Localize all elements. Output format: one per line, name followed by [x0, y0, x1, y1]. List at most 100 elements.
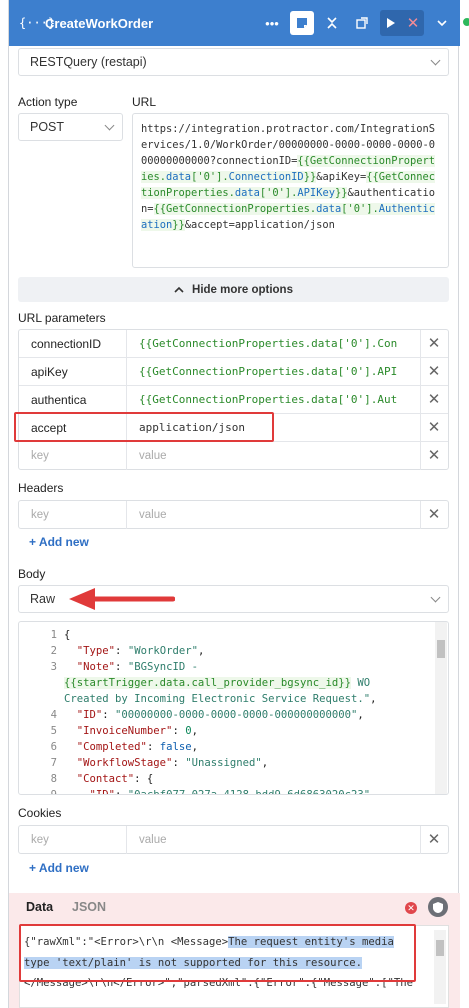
- line-number: [19, 675, 57, 691]
- query-header: {···} CreateWorkOrder ••• ✕: [9, 0, 460, 46]
- annotation-highlight-box: [14, 412, 274, 442]
- body-label: Body: [18, 567, 46, 581]
- add-header-button[interactable]: + Add new: [29, 535, 89, 549]
- chevron-down-icon: [430, 592, 441, 603]
- url-text: &apiKey=: [316, 171, 367, 183]
- headers-label: Headers: [18, 481, 64, 495]
- line-number: 5: [50, 725, 57, 737]
- url-param-row: connectionID {{GetConnectionProperties.d…: [19, 330, 448, 358]
- header-value-input[interactable]: value: [127, 501, 421, 529]
- line-numbers: 1 2 3 4 5 6 7 8 9: [19, 627, 57, 794]
- url-template-expression: ['0'].: [259, 187, 298, 199]
- cookie-key-input[interactable]: key: [19, 826, 127, 854]
- add-cookie-button[interactable]: + Add new: [29, 861, 89, 875]
- line-number: 6: [50, 741, 57, 753]
- body-code-editor[interactable]: 1 2 3 4 5 6 7 8 9 { "Type": "WorkOrder", "Note"…: [18, 621, 449, 795]
- line-number: [19, 691, 57, 707]
- url-template-expression: data: [234, 187, 260, 199]
- line-number: 1: [50, 629, 57, 641]
- popout-icon[interactable]: [350, 11, 374, 35]
- query-type-icon: {···}: [19, 16, 56, 30]
- action-type-value: POST: [30, 120, 65, 134]
- hide-more-options-label: Hide more options: [192, 283, 293, 296]
- cookies-label: Cookies: [18, 806, 62, 820]
- action-type-select[interactable]: POST: [18, 113, 123, 141]
- line-number: 4: [50, 709, 57, 721]
- run-icon[interactable]: [380, 11, 402, 35]
- chevron-up-icon: [174, 286, 184, 293]
- url-template-expression: ['0'].: [341, 203, 379, 215]
- body-type-value: Raw: [30, 592, 56, 606]
- url-input[interactable]: https://integration.protractor.com/Integ…: [132, 113, 449, 268]
- header-key-input[interactable]: key: [19, 501, 127, 529]
- param-value-input[interactable]: value: [127, 442, 421, 470]
- url-template-expression: }}: [172, 219, 185, 231]
- scrollbar[interactable]: [434, 930, 446, 1004]
- note-icon[interactable]: [290, 11, 314, 35]
- url-template-expression: data: [166, 171, 192, 183]
- query-title[interactable]: CreateWorkOrder: [45, 16, 153, 31]
- param-value[interactable]: {{GetConnectionProperties.data['0'].API: [127, 358, 421, 386]
- close-icon[interactable]: ✕: [420, 414, 448, 442]
- query-panel: {···} CreateWorkOrder ••• ✕ RESTQuery (r…: [8, 0, 460, 1008]
- chevron-down-icon: [104, 120, 115, 131]
- line-number: 8: [50, 773, 57, 785]
- param-value[interactable]: {{GetConnectionProperties.data['0'].Aut: [127, 386, 421, 414]
- close-icon[interactable]: ✕: [420, 826, 448, 854]
- code-line: "ID": "00000000-0000-0000-0000-000000000…: [76, 709, 364, 721]
- param-key[interactable]: connectionID: [19, 330, 127, 358]
- scrollbar-thumb[interactable]: [436, 940, 444, 956]
- url-template-expression: data: [316, 203, 342, 215]
- annotation-highlight-box: [19, 924, 416, 982]
- code-line: "Type": "WorkOrder",: [76, 645, 205, 657]
- param-key[interactable]: authentica: [19, 386, 127, 414]
- url-text: &accept=application/json: [184, 219, 335, 231]
- url-label: URL: [132, 95, 157, 109]
- collapse-icon[interactable]: [320, 11, 344, 35]
- url-template-expression: }}: [334, 187, 348, 199]
- line-number: 3: [50, 661, 57, 673]
- close-icon[interactable]: ✕: [420, 442, 448, 470]
- close-icon[interactable]: ✕: [420, 358, 448, 386]
- headers-table: key value ✕: [18, 500, 449, 529]
- url-template-expression: APIKey: [297, 187, 335, 199]
- chevron-down-icon: [430, 55, 441, 66]
- param-key[interactable]: apiKey: [19, 358, 127, 386]
- close-icon[interactable]: ✕: [420, 386, 448, 414]
- status-indicator: [461, 16, 469, 28]
- scrollbar-thumb[interactable]: [437, 640, 445, 658]
- more-icon[interactable]: •••: [260, 11, 284, 35]
- url-parameters-label: URL parameters: [18, 311, 106, 325]
- cancel-icon[interactable]: ✕: [402, 11, 424, 35]
- resource-select-value: RESTQuery (restapi): [30, 55, 147, 69]
- url-param-row: apiKey {{GetConnectionProperties.data['0…: [19, 358, 448, 386]
- hide-more-options-button[interactable]: Hide more options: [18, 277, 449, 302]
- tab-data[interactable]: Data: [26, 900, 53, 914]
- chevron-down-icon[interactable]: [430, 11, 454, 35]
- code-line: {: [64, 629, 71, 641]
- cookies-table: key value ✕: [18, 825, 449, 854]
- param-value[interactable]: {{GetConnectionProperties.data['0'].Con: [127, 330, 421, 358]
- run-button-group: ✕: [380, 10, 424, 36]
- line-number: 7: [50, 757, 57, 769]
- body-code-content[interactable]: { "Type": "WorkOrder", "Note": "BGSyncID…: [64, 627, 432, 795]
- code-line: "ID": "0acbf077-027a-4128-bdd9-6d6863020…: [89, 789, 377, 795]
- url-template-expression: {{GetConnectionProperties.: [153, 203, 317, 215]
- close-icon[interactable]: ✕: [420, 330, 448, 358]
- code-line: "Completed": false,: [76, 741, 198, 753]
- url-param-row: key value ✕: [19, 442, 448, 470]
- tab-json[interactable]: JSON: [72, 900, 106, 914]
- url-template-expression: ConnectionID: [228, 171, 304, 183]
- shield-icon[interactable]: [428, 897, 448, 917]
- resource-select[interactable]: RESTQuery (restapi): [18, 48, 449, 76]
- code-line: "Note": "BGSyncID -: [76, 661, 198, 673]
- annotation-arrow: [69, 588, 175, 610]
- url-parameters-table: connectionID {{GetConnectionProperties.d…: [18, 329, 449, 470]
- url-template-expression: ['0'].: [191, 171, 229, 183]
- action-type-label: Action type: [18, 95, 78, 109]
- code-line: {{startTrigger.data.call_provider_bgsync…: [64, 677, 371, 689]
- scrollbar[interactable]: [435, 622, 447, 794]
- cookie-value-input[interactable]: value: [127, 826, 421, 854]
- close-icon[interactable]: ✕: [420, 501, 448, 529]
- param-key-input[interactable]: key: [19, 442, 127, 470]
